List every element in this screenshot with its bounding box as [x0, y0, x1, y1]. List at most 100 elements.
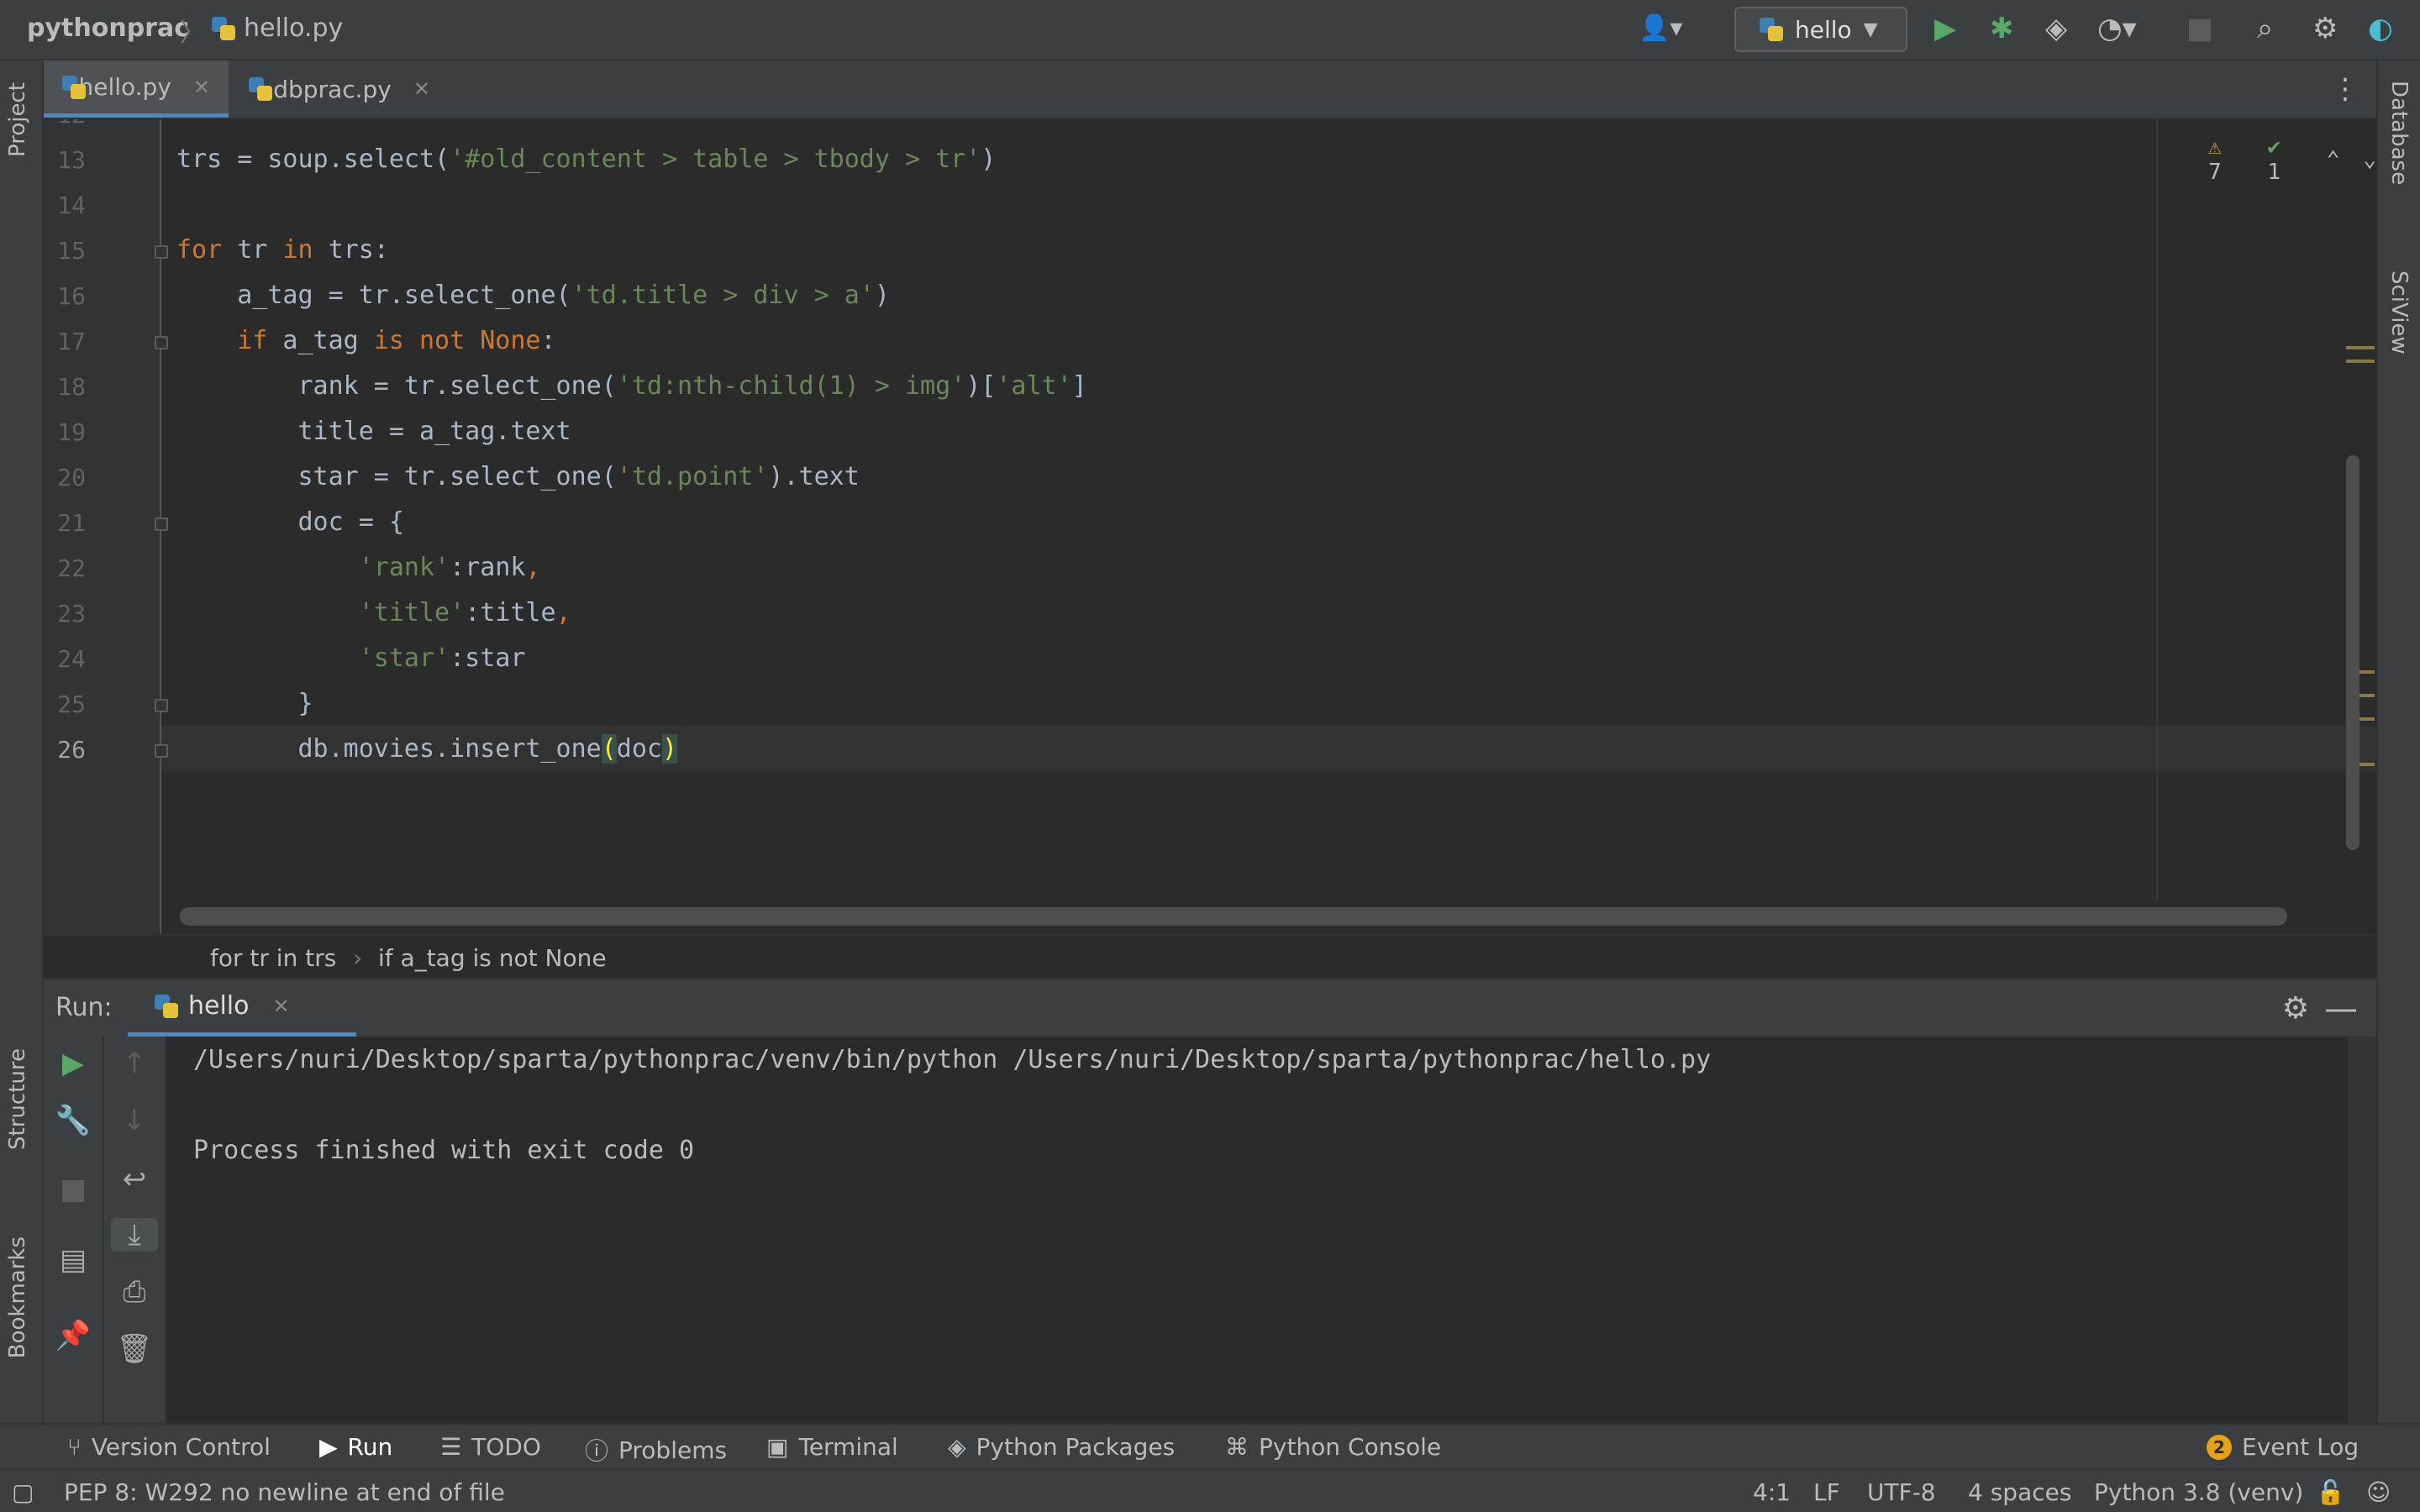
code-line[interactable]: star = tr.select_one('td.point').text — [176, 462, 859, 491]
title-bar: pythonprac 〉 hello.py 👤▾ hello ▼ ▶ ✱ ◈ ◔… — [0, 0, 2420, 60]
error-stripe-mark[interactable] — [2346, 346, 2375, 349]
event-log-tool[interactable]: 2 Event Log — [2207, 1433, 2359, 1461]
code-line[interactable]: db.movies.insert_one(doc) — [176, 734, 678, 764]
status-bar: ▢ PEP 8: W292 no newline at end of file … — [0, 1468, 2420, 1512]
console-scrollbar[interactable] — [2348, 1037, 2376, 1423]
error-stripe-mark[interactable] — [2346, 360, 2375, 363]
search-icon[interactable]: ⌕ — [2257, 12, 2273, 45]
line-separator[interactable]: LF — [1813, 1478, 1840, 1506]
fold-marker-icon[interactable] — [155, 336, 168, 349]
run-panel-header: Run: hello ✕ ⚙ — — [44, 978, 2376, 1037]
tab-label: dbprac.py — [273, 75, 392, 103]
debug-icon[interactable]: ✱ — [1990, 12, 2014, 45]
structure-tool-tab[interactable]: Structure — [5, 1048, 30, 1150]
coverage-icon[interactable]: ◈ — [2045, 12, 2067, 45]
soft-wrap-icon[interactable]: ↩ — [104, 1163, 165, 1196]
editor-tabs: hello.py ✕ dbprac.py ✕ ⋮ — [44, 60, 2376, 119]
line-number: 26 — [57, 736, 86, 764]
code-line[interactable]: trs = soup.select('#old_content > table … — [176, 144, 996, 174]
terminal-tool[interactable]: ▣ Terminal — [766, 1433, 898, 1461]
lock-icon[interactable]: 🔓 — [2316, 1478, 2345, 1506]
inspection-widget[interactable]: ⚠ 7 ✔ 1 ⌃ ⌄ — [2208, 134, 2376, 185]
arrow-down-icon[interactable]: ↓ — [104, 1104, 165, 1137]
caret-position[interactable]: 4:1 — [1753, 1478, 1791, 1506]
project-name[interactable]: pythonprac — [27, 13, 189, 43]
line-number: 14 — [57, 192, 86, 219]
chevron-down-icon[interactable]: ⌄ — [2363, 147, 2376, 172]
stop-icon[interactable]: ■ — [44, 1173, 103, 1206]
problems-tool[interactable]: ⓘ Problems — [585, 1433, 727, 1467]
python-packages-tool[interactable]: ◈ Python Packages — [948, 1433, 1175, 1461]
database-tool-tab[interactable]: Database — [2386, 81, 2412, 185]
code-line[interactable]: rank = tr.select_one('td:nth-child(1) > … — [176, 371, 1086, 401]
project-tool-tab[interactable]: Project — [5, 82, 30, 157]
breadcrumb-file[interactable]: hello.py — [212, 13, 343, 43]
python-icon — [155, 994, 178, 1018]
sciview-tool-tab[interactable]: SciView — [2386, 270, 2412, 354]
fold-marker-icon[interactable] — [155, 245, 168, 259]
pin-icon[interactable]: 📌 — [44, 1319, 103, 1352]
version-control-tool[interactable]: ⑂ Version Control — [67, 1433, 271, 1461]
horizontal-scrollbar[interactable] — [180, 907, 2287, 926]
tab-dbprac-py[interactable]: dbprac.py ✕ — [230, 60, 449, 118]
chevron-up-icon[interactable]: ⌃ — [2327, 147, 2340, 172]
code-editor[interactable]: 12 13 14 15 16 17 18 19 20 21 22 23 24 2… — [44, 119, 2376, 934]
code-line[interactable]: doc = { — [176, 507, 403, 537]
wrench-icon[interactable]: 🔧 — [44, 1104, 103, 1137]
branch-icon: ⑂ — [67, 1433, 82, 1461]
bookmarks-tool-tab[interactable]: Bookmarks — [5, 1236, 30, 1358]
code-line[interactable]: 'star':star — [176, 643, 526, 673]
breadcrumb-item[interactable]: for tr in trs — [210, 944, 336, 972]
code-line[interactable]: for tr in trs: — [176, 235, 389, 265]
code-line[interactable]: title = a_tag.text — [176, 417, 571, 446]
python-icon: ⌘ — [1225, 1433, 1249, 1461]
stop-icon[interactable]: ■ — [2186, 12, 2213, 45]
chevron-down-icon: ▼ — [1863, 18, 1878, 40]
run-console[interactable]: /Users/nuri/Desktop/sparta/pythonprac/ve… — [166, 1037, 2376, 1423]
file-encoding[interactable]: UTF-8 — [1867, 1478, 1936, 1506]
minimize-icon[interactable]: — — [2324, 990, 2358, 1028]
weak-warnings-count[interactable]: ✔ 1 — [2267, 134, 2302, 185]
vertical-scrollbar[interactable] — [2346, 455, 2360, 850]
run-icon[interactable]: ▶ — [1934, 12, 1956, 45]
arrow-up-icon[interactable]: ↑ — [104, 1047, 165, 1080]
close-icon[interactable]: ✕ — [193, 76, 210, 99]
fold-marker-icon[interactable] — [155, 517, 168, 531]
line-number: 15 — [57, 237, 86, 265]
profile-icon[interactable]: ◔▾ — [2097, 12, 2137, 45]
python-file-icon — [212, 16, 235, 40]
breadcrumb-item[interactable]: if a_tag is not None — [378, 944, 607, 972]
print-icon[interactable]: ⎙ — [104, 1275, 165, 1309]
status-message[interactable]: PEP 8: W292 no newline at end of file — [64, 1478, 505, 1506]
code-line[interactable]: 'title':title, — [176, 598, 571, 627]
trash-icon[interactable]: 🗑 — [104, 1332, 165, 1366]
fold-marker-icon[interactable] — [155, 699, 168, 712]
warnings-count[interactable]: ⚠ 7 — [2208, 134, 2244, 185]
run-tab-hello[interactable]: hello ✕ — [128, 979, 356, 1037]
rerun-icon[interactable]: ▶ — [44, 1047, 103, 1080]
jetbrains-logo-icon[interactable]: ◐ — [2368, 12, 2393, 45]
run-tool[interactable]: ▶ Run — [319, 1433, 392, 1461]
fold-marker-icon[interactable] — [155, 744, 168, 758]
gear-icon[interactable]: ⚙ — [2312, 12, 2338, 45]
code-line[interactable]: } — [176, 689, 313, 718]
tab-hello-py[interactable]: hello.py ✕ — [44, 60, 229, 118]
close-icon[interactable]: ✕ — [273, 995, 290, 1018]
more-tabs-icon[interactable]: ⋮ — [2331, 72, 2360, 106]
code-line[interactable]: if a_tag is not None: — [176, 326, 555, 355]
layers-icon: ◈ — [948, 1433, 966, 1461]
user-icon[interactable]: 👤▾ — [1639, 13, 1682, 43]
gear-icon[interactable]: ⚙ — [2282, 991, 2309, 1026]
layout-icon[interactable]: ▤ — [44, 1243, 103, 1277]
toggle-tool-windows-icon[interactable]: ▢ — [12, 1478, 34, 1506]
scroll-to-end-icon[interactable]: ⤓ — [111, 1218, 158, 1252]
inspection-profile-icon[interactable]: ☺ — [2366, 1478, 2391, 1506]
code-line[interactable]: 'rank':rank, — [176, 553, 541, 582]
run-configuration-dropdown[interactable]: hello ▼ — [1734, 7, 1907, 52]
todo-tool[interactable]: ☰ TODO — [440, 1433, 541, 1461]
python-interpreter[interactable]: Python 3.8 (venv) — [2094, 1478, 2303, 1506]
indent-setting[interactable]: 4 spaces — [1968, 1478, 2071, 1506]
code-line[interactable]: a_tag = tr.select_one('td.title > div > … — [176, 281, 890, 310]
close-icon[interactable]: ✕ — [413, 77, 430, 101]
python-console-tool[interactable]: ⌘ Python Console — [1225, 1433, 1441, 1461]
